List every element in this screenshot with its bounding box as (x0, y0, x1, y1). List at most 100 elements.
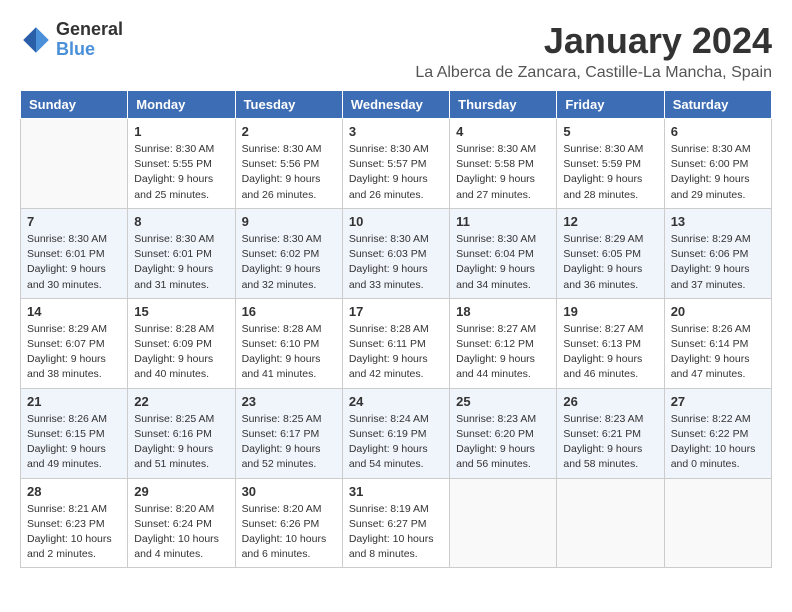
calendar-cell: 12 Sunrise: 8:29 AM Sunset: 6:05 PM Dayli… (557, 208, 664, 298)
day-info: Sunrise: 8:30 AM Sunset: 5:55 PM Dayligh… (134, 142, 228, 203)
calendar-cell (557, 478, 664, 568)
calendar-cell: 16 Sunrise: 8:28 AM Sunset: 6:10 PM Dayli… (235, 298, 342, 388)
day-info: Sunrise: 8:25 AM Sunset: 6:16 PM Dayligh… (134, 412, 228, 473)
day-info: Sunrise: 8:30 AM Sunset: 5:56 PM Dayligh… (242, 142, 336, 203)
calendar-cell: 24 Sunrise: 8:24 AM Sunset: 6:19 PM Dayli… (342, 388, 449, 478)
day-info: Sunrise: 8:29 AM Sunset: 6:07 PM Dayligh… (27, 322, 121, 383)
day-number: 19 (563, 304, 657, 319)
day-info: Sunrise: 8:30 AM Sunset: 6:01 PM Dayligh… (134, 232, 228, 293)
day-info: Sunrise: 8:26 AM Sunset: 6:14 PM Dayligh… (671, 322, 765, 383)
day-info: Sunrise: 8:29 AM Sunset: 6:06 PM Dayligh… (671, 232, 765, 293)
calendar-table: SundayMondayTuesdayWednesdayThursdayFrid… (20, 90, 772, 568)
day-info: Sunrise: 8:28 AM Sunset: 6:11 PM Dayligh… (349, 322, 443, 383)
calendar-cell (664, 478, 771, 568)
calendar-cell: 3 Sunrise: 8:30 AM Sunset: 5:57 PM Daylig… (342, 119, 449, 209)
calendar-week-row: 7Sunrise: 8:30 AM Sunset: 6:01 PM Daylig… (21, 208, 772, 298)
calendar-week-row: 14Sunrise: 8:29 AM Sunset: 6:07 PM Dayli… (21, 298, 772, 388)
day-info: Sunrise: 8:30 AM Sunset: 5:57 PM Dayligh… (349, 142, 443, 203)
calendar-cell: 5 Sunrise: 8:30 AM Sunset: 5:59 PM Daylig… (557, 119, 664, 209)
location-title: La Alberca de Zancara, Castille-La Manch… (415, 64, 772, 82)
calendar-cell (450, 478, 557, 568)
calendar-cell: 9 Sunrise: 8:30 AM Sunset: 6:02 PM Daylig… (235, 208, 342, 298)
day-number: 20 (671, 304, 765, 319)
calendar-cell: 8 Sunrise: 8:30 AM Sunset: 6:01 PM Daylig… (128, 208, 235, 298)
day-number: 1 (134, 124, 228, 139)
calendar-cell: 6Sunrise: 8:30 AM Sunset: 6:00 PM Daylig… (664, 119, 771, 209)
day-info: Sunrise: 8:21 AM Sunset: 6:23 PM Dayligh… (27, 502, 121, 563)
calendar-cell (21, 119, 128, 209)
day-number: 17 (349, 304, 443, 319)
day-number: 2 (242, 124, 336, 139)
calendar-cell: 27Sunrise: 8:22 AM Sunset: 6:22 PM Dayli… (664, 388, 771, 478)
calendar-week-row: 28 Sunrise: 8:21 AM Sunset: 6:23 PM Dayli… (21, 478, 772, 568)
day-number: 24 (349, 394, 443, 409)
day-number: 6 (671, 124, 765, 139)
day-number: 8 (134, 214, 228, 229)
logo-icon (20, 24, 52, 56)
day-number: 16 (242, 304, 336, 319)
logo-general-text: General (56, 20, 123, 40)
day-number: 11 (456, 214, 550, 229)
calendar-cell: 4 Sunrise: 8:30 AM Sunset: 5:58 PM Daylig… (450, 119, 557, 209)
calendar-cell: 28 Sunrise: 8:21 AM Sunset: 6:23 PM Dayli… (21, 478, 128, 568)
calendar-cell: 7Sunrise: 8:30 AM Sunset: 6:01 PM Daylig… (21, 208, 128, 298)
day-info: Sunrise: 8:30 AM Sunset: 5:58 PM Dayligh… (456, 142, 550, 203)
calendar-header-row: SundayMondayTuesdayWednesdayThursdayFrid… (21, 91, 772, 119)
day-number: 9 (242, 214, 336, 229)
day-number: 18 (456, 304, 550, 319)
calendar-week-row: 1 Sunrise: 8:30 AM Sunset: 5:55 PM Daylig… (21, 119, 772, 209)
calendar-cell: 15Sunrise: 8:28 AM Sunset: 6:09 PM Dayli… (128, 298, 235, 388)
month-title: January 2024 (415, 20, 772, 62)
day-info: Sunrise: 8:29 AM Sunset: 6:05 PM Dayligh… (563, 232, 657, 293)
calendar-day-header: Wednesday (342, 91, 449, 119)
calendar-cell: 2 Sunrise: 8:30 AM Sunset: 5:56 PM Daylig… (235, 119, 342, 209)
day-number: 28 (27, 484, 121, 499)
calendar-cell: 11Sunrise: 8:30 AM Sunset: 6:04 PM Dayli… (450, 208, 557, 298)
day-info: Sunrise: 8:25 AM Sunset: 6:17 PM Dayligh… (242, 412, 336, 473)
day-info: Sunrise: 8:30 AM Sunset: 6:02 PM Dayligh… (242, 232, 336, 293)
calendar-day-header: Sunday (21, 91, 128, 119)
day-number: 25 (456, 394, 550, 409)
calendar-cell: 25 Sunrise: 8:23 AM Sunset: 6:20 PM Dayli… (450, 388, 557, 478)
calendar-day-header: Saturday (664, 91, 771, 119)
day-number: 3 (349, 124, 443, 139)
calendar-cell: 14Sunrise: 8:29 AM Sunset: 6:07 PM Dayli… (21, 298, 128, 388)
day-info: Sunrise: 8:24 AM Sunset: 6:19 PM Dayligh… (349, 412, 443, 473)
day-number: 31 (349, 484, 443, 499)
day-number: 29 (134, 484, 228, 499)
day-number: 21 (27, 394, 121, 409)
day-info: Sunrise: 8:20 AM Sunset: 6:24 PM Dayligh… (134, 502, 228, 563)
day-info: Sunrise: 8:27 AM Sunset: 6:13 PM Dayligh… (563, 322, 657, 383)
day-info: Sunrise: 8:28 AM Sunset: 6:10 PM Dayligh… (242, 322, 336, 383)
day-info: Sunrise: 8:20 AM Sunset: 6:26 PM Dayligh… (242, 502, 336, 563)
calendar-week-row: 21 Sunrise: 8:26 AM Sunset: 6:15 PM Dayli… (21, 388, 772, 478)
calendar-cell: 20 Sunrise: 8:26 AM Sunset: 6:14 PM Dayli… (664, 298, 771, 388)
calendar-cell: 23 Sunrise: 8:25 AM Sunset: 6:17 PM Dayli… (235, 388, 342, 478)
day-info: Sunrise: 8:30 AM Sunset: 6:01 PM Dayligh… (27, 232, 121, 293)
day-info: Sunrise: 8:30 AM Sunset: 5:59 PM Dayligh… (563, 142, 657, 203)
day-number: 5 (563, 124, 657, 139)
day-number: 4 (456, 124, 550, 139)
day-number: 22 (134, 394, 228, 409)
day-info: Sunrise: 8:23 AM Sunset: 6:20 PM Dayligh… (456, 412, 550, 473)
calendar-cell: 17 Sunrise: 8:28 AM Sunset: 6:11 PM Dayli… (342, 298, 449, 388)
calendar-cell: 19 Sunrise: 8:27 AM Sunset: 6:13 PM Dayli… (557, 298, 664, 388)
day-info: Sunrise: 8:19 AM Sunset: 6:27 PM Dayligh… (349, 502, 443, 563)
day-number: 13 (671, 214, 765, 229)
calendar-cell: 31 Sunrise: 8:19 AM Sunset: 6:27 PM Dayli… (342, 478, 449, 568)
calendar-cell: 13 Sunrise: 8:29 AM Sunset: 6:06 PM Dayli… (664, 208, 771, 298)
day-info: Sunrise: 8:26 AM Sunset: 6:15 PM Dayligh… (27, 412, 121, 473)
calendar-day-header: Monday (128, 91, 235, 119)
day-info: Sunrise: 8:23 AM Sunset: 6:21 PM Dayligh… (563, 412, 657, 473)
day-number: 12 (563, 214, 657, 229)
calendar-cell: 10Sunrise: 8:30 AM Sunset: 6:03 PM Dayli… (342, 208, 449, 298)
calendar-cell: 22 Sunrise: 8:25 AM Sunset: 6:16 PM Dayli… (128, 388, 235, 478)
day-info: Sunrise: 8:27 AM Sunset: 6:12 PM Dayligh… (456, 322, 550, 383)
calendar-cell: 29 Sunrise: 8:20 AM Sunset: 6:24 PM Dayli… (128, 478, 235, 568)
day-info: Sunrise: 8:28 AM Sunset: 6:09 PM Dayligh… (134, 322, 228, 383)
calendar-cell: 1 Sunrise: 8:30 AM Sunset: 5:55 PM Daylig… (128, 119, 235, 209)
calendar-cell: 30Sunrise: 8:20 AM Sunset: 6:26 PM Dayli… (235, 478, 342, 568)
logo: General Blue (20, 20, 123, 60)
day-number: 27 (671, 394, 765, 409)
day-number: 23 (242, 394, 336, 409)
